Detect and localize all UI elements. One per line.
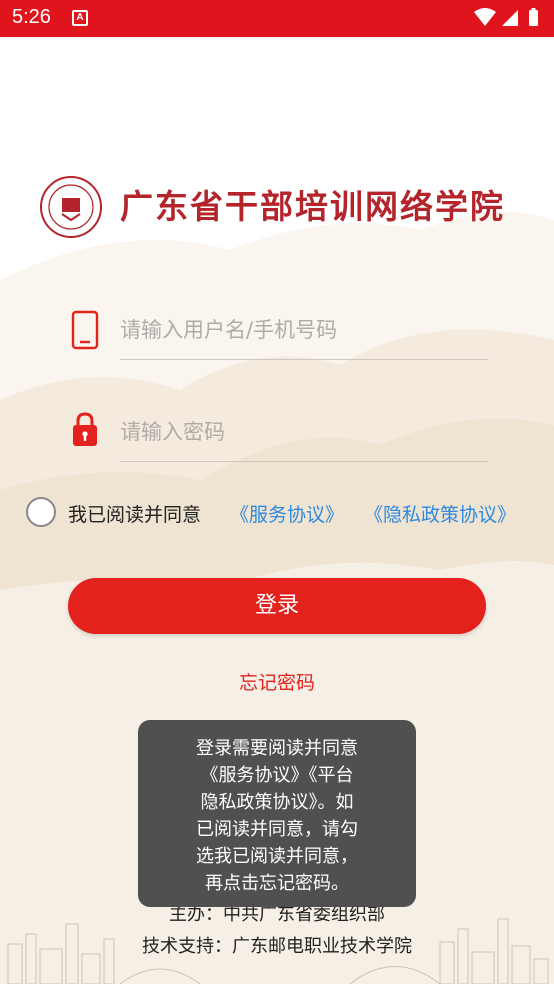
agreement-text: 我已阅读并同意 xyxy=(68,504,202,526)
username-underline xyxy=(120,359,488,360)
username-field xyxy=(68,300,488,360)
toast-message: 登录需要阅读并同意 《服务协议》《平台 隐私政策协议》。如 已阅读并同意，请勾 … xyxy=(138,720,416,907)
logo-text: 广东省干部培训网络学院 xyxy=(120,187,505,226)
battery-icon xyxy=(529,8,538,26)
toast-line: 隐私政策协议》。如 xyxy=(200,792,354,813)
app-logo: 广东省干部培训网络学院 xyxy=(40,176,520,244)
lock-icon xyxy=(70,412,100,452)
status-time: 5:26 xyxy=(12,6,51,28)
forgot-password-link[interactable]: 忘记密码 xyxy=(0,668,554,695)
status-icons xyxy=(472,7,544,33)
status-bar: 5:26 A xyxy=(0,0,554,37)
password-input[interactable] xyxy=(120,412,480,452)
login-button[interactable]: 登录 xyxy=(68,578,486,634)
city-skyline-illustration xyxy=(7,918,549,984)
password-field xyxy=(68,402,488,462)
toast-line: 再点击忘记密码。 xyxy=(205,873,349,894)
agreement-checkbox[interactable] xyxy=(26,497,56,527)
toast-line: 选我已阅读并同意， xyxy=(196,846,358,867)
wifi-icon xyxy=(474,8,496,26)
service-agreement-link[interactable]: 《服务协议》 xyxy=(230,500,344,527)
privacy-policy-link[interactable]: 《隐私政策协议》 xyxy=(364,500,516,527)
signal-icon xyxy=(502,10,518,26)
password-underline xyxy=(120,461,488,462)
username-input[interactable] xyxy=(120,310,480,350)
phone-icon xyxy=(70,310,100,354)
toast-line: 已阅读并同意，请勾 xyxy=(196,819,358,840)
notification-icon: A xyxy=(72,10,88,26)
toast-line: 登录需要阅读并同意 xyxy=(196,738,358,759)
seal-logo-icon xyxy=(40,176,102,238)
toast-line: 《服务协议》《平台 xyxy=(200,765,354,786)
